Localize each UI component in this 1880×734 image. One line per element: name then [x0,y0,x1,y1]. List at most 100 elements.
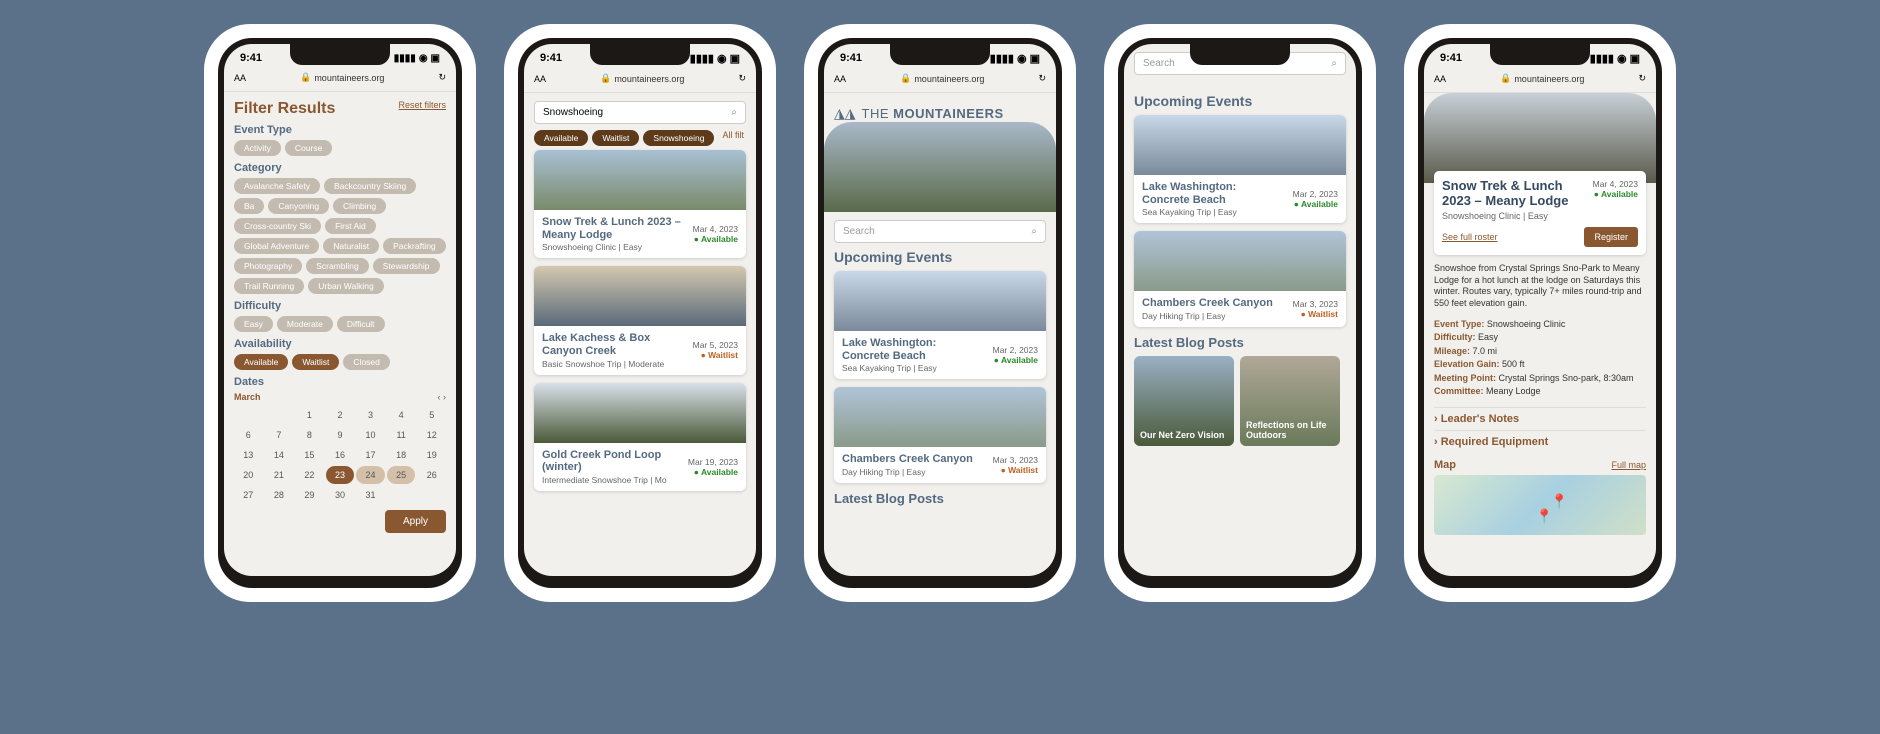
calendar-day[interactable]: 6 [234,426,263,444]
calendar-day[interactable]: 20 [234,466,263,484]
calendar-day[interactable]: 16 [326,446,355,464]
calendar-day[interactable]: 31 [356,486,385,504]
calendar-day[interactable]: 29 [295,486,324,504]
calendar-day[interactable]: 11 [387,426,416,444]
text-size-control[interactable]: AA [234,73,246,83]
event-date: Mar 4, 2023 [1593,179,1638,189]
filter-pill[interactable]: Difficult [337,316,385,332]
calendar-day[interactable]: 3 [356,406,385,424]
filter-pill[interactable]: Naturalist [323,238,379,254]
calendar-day[interactable]: 18 [387,446,416,464]
calendar-day[interactable]: 24 [356,466,385,484]
blog-card[interactable]: Our Net Zero Vision [1134,356,1234,446]
event-title: Snow Trek & Lunch 2023 – Meany Lodge [542,216,687,241]
search-input[interactable]: Search ⌕ [834,220,1046,243]
calendar-day[interactable]: 17 [356,446,385,464]
calendar-day[interactable]: 25 [387,466,416,484]
calendar-day[interactable]: 26 [417,466,446,484]
calendar-day[interactable]: 12 [417,426,446,444]
filter-pill[interactable]: Moderate [277,316,333,332]
calendar-day[interactable]: 13 [234,446,263,464]
see-roster-link[interactable]: See full roster [1442,232,1498,242]
calendar-day[interactable]: 21 [265,466,294,484]
filter-pill[interactable]: Climbing [333,198,386,214]
calendar-day[interactable]: 4 [387,406,416,424]
event-date: Mar 3, 2023 [1293,299,1338,309]
filter-pill[interactable]: Urban Walking [308,278,383,294]
filter-pill[interactable]: Closed [343,354,389,370]
event-image [1134,231,1346,291]
search-placeholder: Search [843,226,875,237]
filter-pill[interactable]: First Aid [325,218,376,234]
calendar-day[interactable]: 19 [417,446,446,464]
event-card[interactable]: Lake Washington: Concrete Beach Sea Kaya… [1134,115,1346,223]
all-filters-link[interactable]: All filt [722,130,744,146]
filter-pill[interactable]: Packrafting [383,238,446,254]
filter-pill[interactable]: Global Adventure [234,238,319,254]
filter-pill[interactable]: Cross-country Ski [234,218,321,234]
full-map-link[interactable]: Full map [1611,460,1646,470]
event-subtitle: Day Hiking Trip | Easy [1142,311,1287,321]
search-icon: ⌕ [731,107,737,118]
calendar-day[interactable]: 8 [295,426,324,444]
filter-pill[interactable]: Waitlist [292,354,339,370]
required-equipment-toggle[interactable]: Required Equipment [1434,430,1646,453]
event-card[interactable]: Lake Kachess & Box Canyon Creek Basic Sn… [534,266,746,374]
filter-pill[interactable]: Canyoning [268,198,329,214]
filter-pill[interactable]: Backcountry Skiing [324,178,416,194]
url-bar[interactable]: 🔒mountaineers.org [300,72,384,83]
filter-pill[interactable]: Easy [234,316,273,332]
calendar-day[interactable] [265,406,294,424]
calendar-day[interactable]: 30 [326,486,355,504]
filter-pill[interactable]: Stewardship [373,258,440,274]
filter-pill[interactable]: Trail Running [234,278,304,294]
filter-pill[interactable]: Available [234,354,288,370]
active-filter-pill[interactable]: Waitlist [592,130,639,146]
active-filter-pill[interactable]: Available [534,130,588,146]
filter-pill[interactable]: Ba [234,198,264,214]
calendar-day[interactable]: 22 [295,466,324,484]
calendar-day[interactable] [234,406,263,424]
calendar-day[interactable]: 10 [356,426,385,444]
leaders-notes-toggle[interactable]: Leader's Notes [1434,407,1646,430]
event-card[interactable]: Chambers Creek Canyon Day Hiking Trip | … [834,387,1046,483]
map-view[interactable]: 📍 📍 [1434,475,1646,535]
event-card[interactable]: Lake Washington: Concrete Beach Sea Kaya… [834,271,1046,379]
calendar-day[interactable]: 27 [234,486,263,504]
filter-pill[interactable]: Course [285,140,332,156]
calendar-day[interactable]: 2 [326,406,355,424]
event-subtitle: Snowshoeing Clinic | Easy [1442,211,1593,221]
search-input[interactable]: Snowshoeing ⌕ [534,101,746,124]
calendar-day[interactable]: 7 [265,426,294,444]
apply-button[interactable]: Apply [385,510,446,533]
event-date: Mar 3, 2023 [993,455,1038,465]
active-filter-pill[interactable]: Snowshoeing [643,130,714,146]
status-right: ▮▮▮▮ ◉ ▣ [394,52,440,64]
filter-pill[interactable]: Photography [234,258,302,274]
mountain-icon: ◮◮ [834,105,856,122]
status-time: 9:41 [240,52,262,64]
calendar-day[interactable]: 15 [295,446,324,464]
calendar-day[interactable]: 5 [417,406,446,424]
event-title: Chambers Creek Canyon [842,453,987,466]
calendar-day[interactable]: 1 [295,406,324,424]
calendar-day[interactable]: 28 [265,486,294,504]
calendar-day[interactable]: 23 [326,466,355,484]
event-card[interactable]: Gold Creek Pond Loop (winter) Intermedia… [534,383,746,491]
event-card[interactable]: Snow Trek & Lunch 2023 – Meany Lodge Sno… [534,150,746,258]
event-image [534,266,746,326]
section-category: Category [234,162,446,174]
calendar-day[interactable]: 14 [265,446,294,464]
phone-home-logo: 9:41▮▮▮▮◉▣ AA🔒mountaineers.org↻ ◮◮ THE M… [810,30,1070,596]
event-card[interactable]: Chambers Creek Canyon Day Hiking Trip | … [1134,231,1346,327]
calendar-nav[interactable]: ‹ › [438,392,447,402]
filter-pill[interactable]: Scrambling [306,258,369,274]
filter-pill[interactable]: Avalanche Safety [234,178,320,194]
register-button[interactable]: Register [1584,227,1638,247]
reset-filters-link[interactable]: Reset filters [398,100,446,110]
event-subtitle: Basic Snowshoe Trip | Moderate [542,359,687,369]
calendar-day[interactable]: 9 [326,426,355,444]
blog-card[interactable]: Reflections on Life Outdoors [1240,356,1340,446]
refresh-icon[interactable]: ↻ [438,72,446,83]
filter-pill[interactable]: Activity [234,140,281,156]
